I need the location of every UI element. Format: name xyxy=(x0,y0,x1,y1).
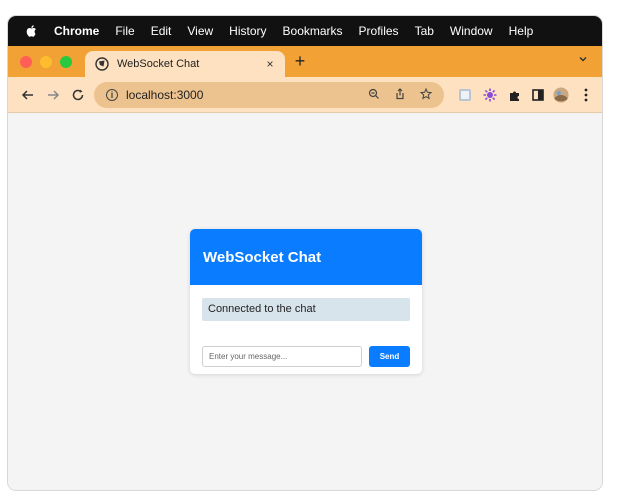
zoom-window-button[interactable] xyxy=(60,56,72,68)
forward-arrow-icon[interactable] xyxy=(44,86,62,104)
chat-title: WebSocket Chat xyxy=(190,229,422,285)
chat-card: WebSocket Chat Connected to the chat Sen… xyxy=(190,229,422,374)
browser-window: WebSocket Chat × + i localhost:3000 WebS… xyxy=(8,16,602,490)
window-controls xyxy=(20,56,72,68)
menu-file[interactable]: File xyxy=(115,24,134,38)
chrome-menu-icon[interactable] xyxy=(578,87,594,103)
site-info-icon[interactable]: i xyxy=(106,89,118,101)
globe-icon xyxy=(95,57,109,71)
tab-title: WebSocket Chat xyxy=(117,58,200,70)
menu-tab[interactable]: Tab xyxy=(415,24,434,38)
url-text: localhost:3000 xyxy=(126,88,204,102)
extension-gear-icon[interactable] xyxy=(482,87,498,103)
zoom-icon[interactable] xyxy=(366,88,382,103)
send-button[interactable]: Send xyxy=(369,346,410,367)
menu-help[interactable]: Help xyxy=(509,24,534,38)
new-tab-button[interactable]: + xyxy=(290,50,310,72)
tab-search-chevron-icon[interactable] xyxy=(576,54,590,68)
macos-menu-bar: Chrome File Edit View History Bookmarks … xyxy=(8,16,602,46)
tab-strip: WebSocket Chat × + xyxy=(8,46,602,77)
menu-chrome[interactable]: Chrome xyxy=(54,24,99,38)
minimize-window-button[interactable] xyxy=(40,56,52,68)
close-window-button[interactable] xyxy=(20,56,32,68)
back-arrow-icon[interactable] xyxy=(19,86,37,104)
extension-image-icon[interactable] xyxy=(457,87,473,103)
menu-profiles[interactable]: Profiles xyxy=(359,24,399,38)
menu-bookmarks[interactable]: Bookmarks xyxy=(283,24,343,38)
menu-edit[interactable]: Edit xyxy=(151,24,172,38)
message-input[interactable] xyxy=(202,346,362,367)
share-icon[interactable] xyxy=(392,87,408,103)
menu-view[interactable]: View xyxy=(187,24,213,38)
profile-avatar[interactable] xyxy=(553,87,569,103)
chat-status-message: Connected to the chat xyxy=(202,298,410,321)
menu-window[interactable]: Window xyxy=(450,24,493,38)
side-panel-icon[interactable] xyxy=(530,87,546,103)
menu-history[interactable]: History xyxy=(229,24,266,38)
reload-icon[interactable] xyxy=(69,86,87,104)
address-bar[interactable]: i localhost:3000 xyxy=(94,82,444,108)
tab-close-icon[interactable]: × xyxy=(263,57,277,71)
extensions-puzzle-icon[interactable] xyxy=(507,87,523,103)
tab-websocket-chat[interactable]: WebSocket Chat × xyxy=(85,51,285,77)
browser-toolbar: i localhost:3000 xyxy=(8,77,602,113)
apple-logo-icon[interactable] xyxy=(25,24,39,38)
page-content: WebSocket Chat Connected to the chat Sen… xyxy=(8,113,602,490)
bookmark-star-icon[interactable] xyxy=(418,87,434,103)
